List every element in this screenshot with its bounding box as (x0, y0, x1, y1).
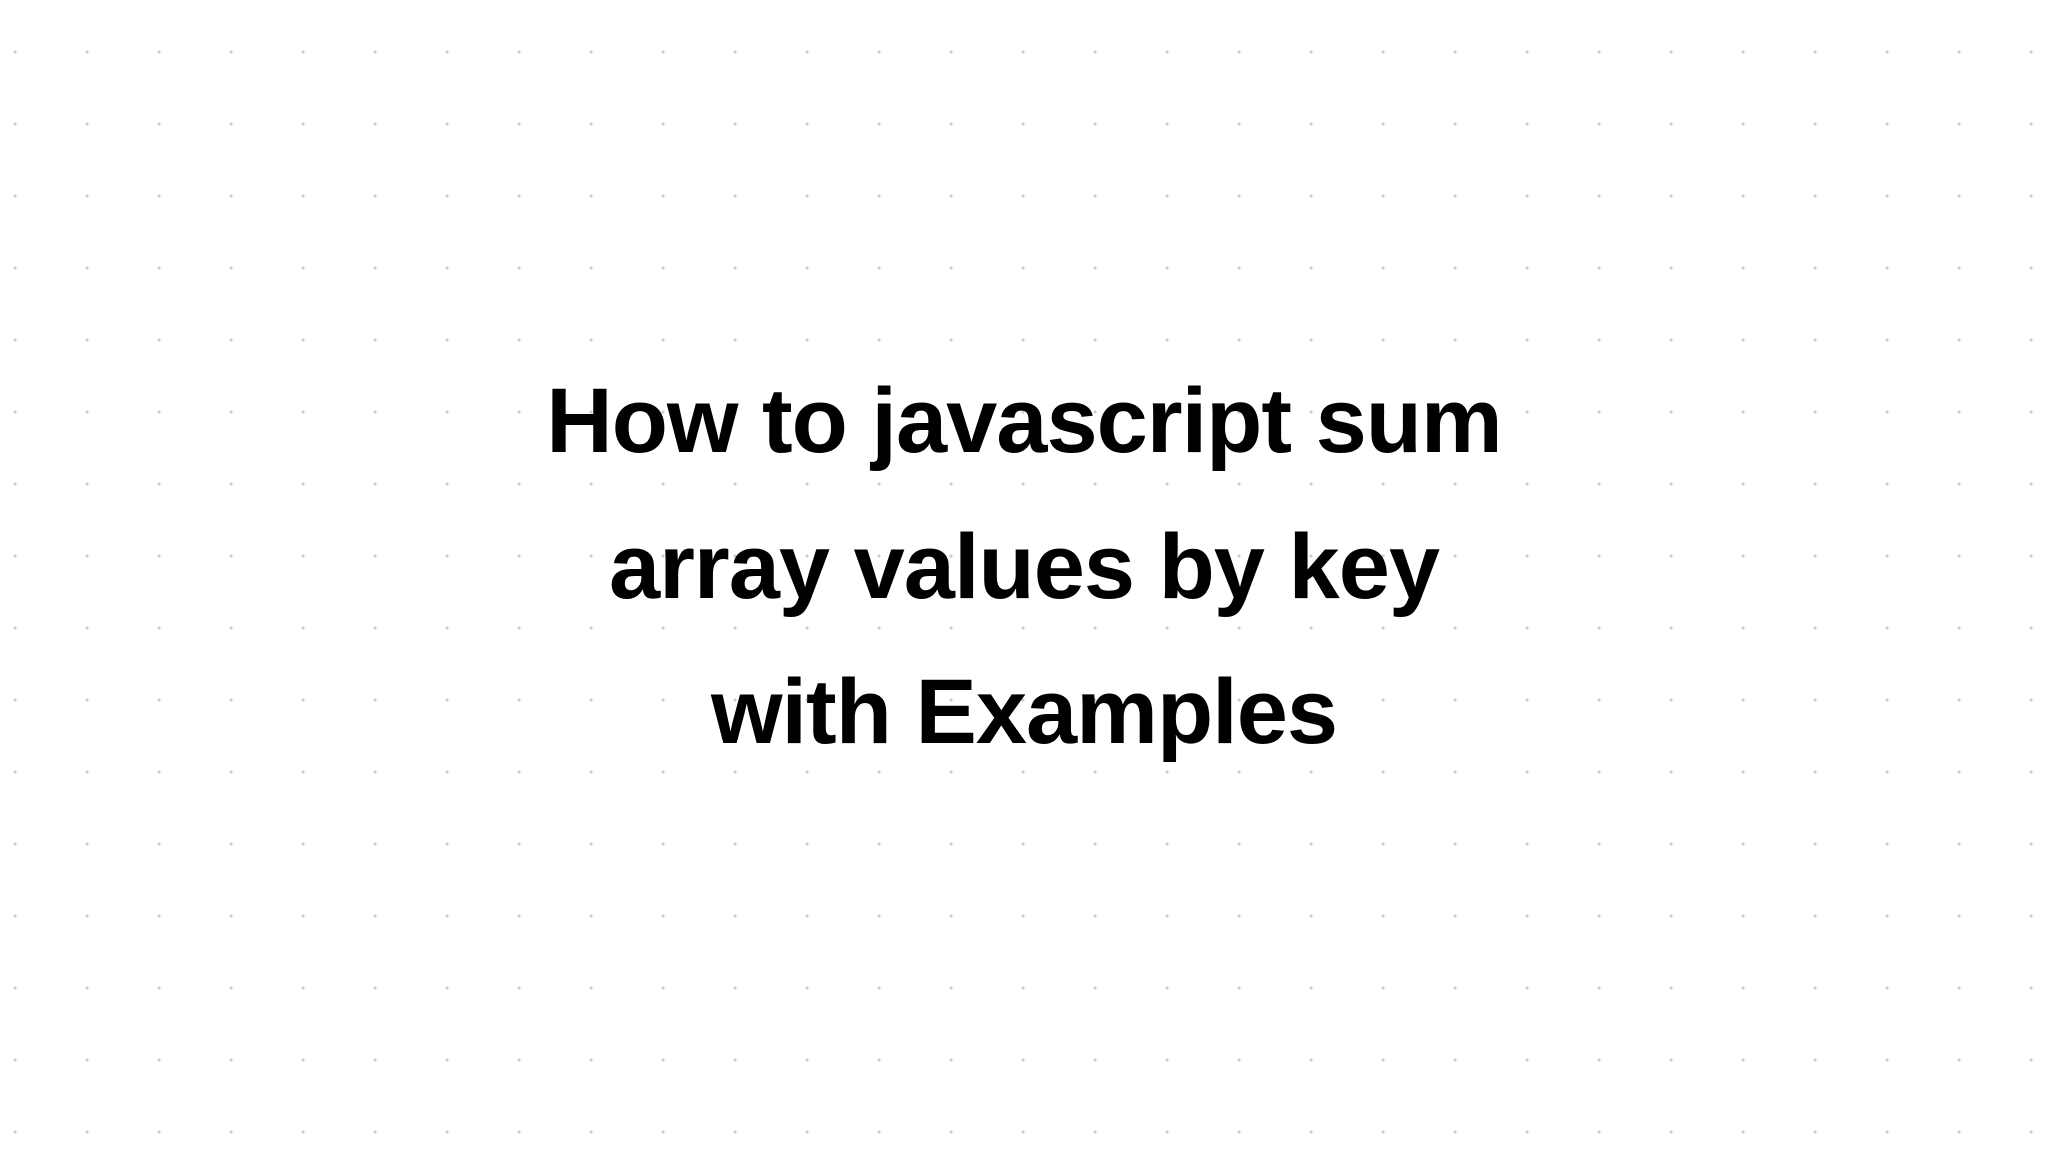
content-container: How to javascript sum array values by ke… (0, 0, 2048, 1170)
page-title: How to javascript sum array values by ke… (534, 349, 1514, 785)
